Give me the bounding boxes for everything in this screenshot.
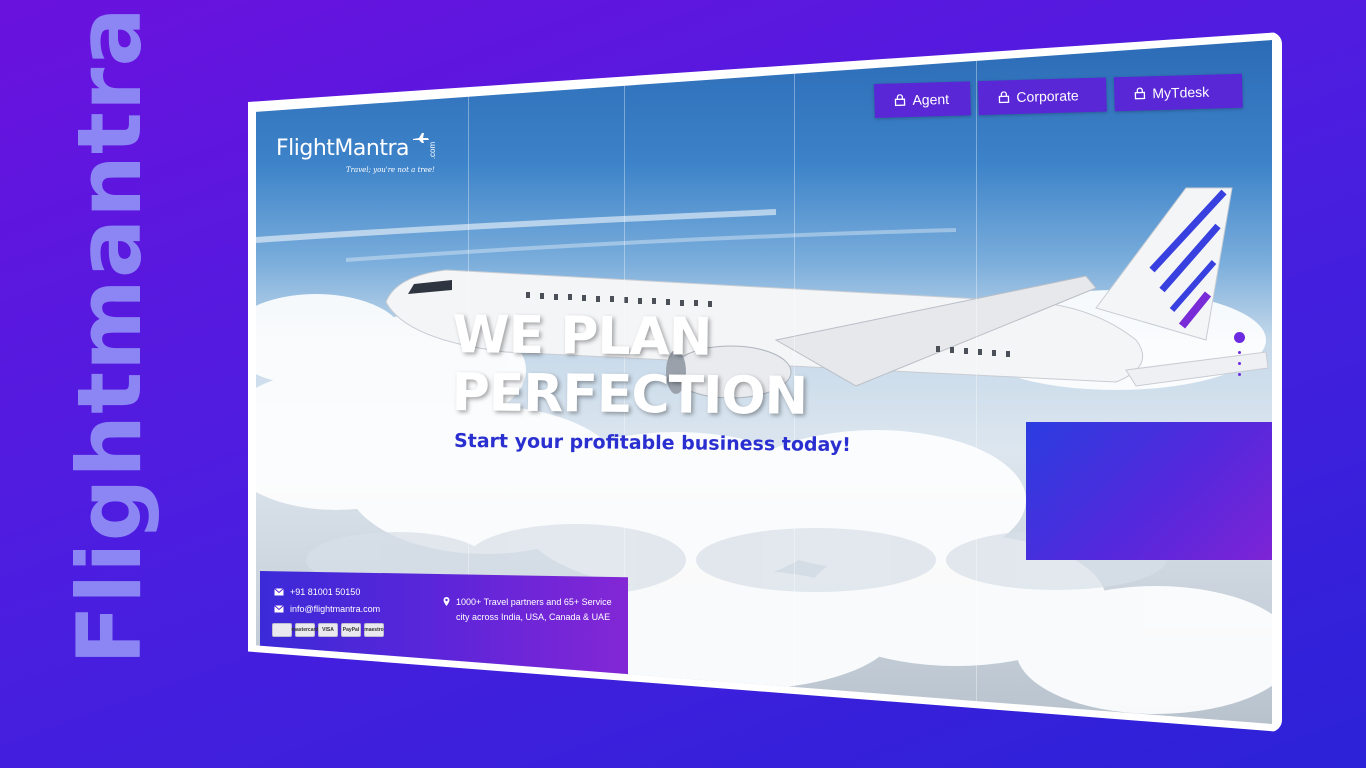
lock-icon	[998, 91, 1010, 104]
logo-domain: .com	[428, 141, 438, 160]
slider-indicator[interactable]	[1234, 332, 1245, 376]
mytdesk-login-button[interactable]: MyTdesk	[1113, 73, 1243, 112]
slider-dot[interactable]	[1238, 362, 1241, 365]
website-screenshot: FlightMantra .com Travel; you're not a t…	[256, 40, 1272, 724]
grid-line	[976, 40, 977, 724]
payment-card-icon: mastercard	[292, 623, 318, 637]
vertical-brand-title: Flightmantra	[58, 6, 161, 665]
hero-title-line2: PERFECTION	[451, 363, 808, 427]
payment-card-icon: PayPal	[341, 623, 361, 637]
logo-tagline: Travel; you're not a tree!	[346, 166, 435, 174]
flightmantra-logo[interactable]: FlightMantra .com Travel; you're not a t…	[276, 133, 437, 174]
payment-cards: mastercard VISA PayPal maestro	[272, 623, 384, 637]
slider-dot[interactable]	[1238, 373, 1241, 376]
corporate-login-button[interactable]: Corporate	[977, 77, 1107, 116]
lock-icon	[1134, 87, 1146, 100]
mail-icon	[274, 605, 284, 613]
corporate-label: Corporate	[1016, 87, 1079, 106]
hero-subtitle: Start your profitable business today!	[453, 429, 851, 457]
payment-card-icon: maestro	[364, 623, 384, 637]
slider-dot[interactable]	[1238, 351, 1241, 354]
agent-label: Agent	[912, 90, 950, 108]
airplane-icon	[413, 133, 429, 143]
promo-panel	[1026, 422, 1272, 560]
logo-wordmark: FlightMantra	[276, 136, 409, 161]
hero-title: WE PLAN PERFECTION	[451, 305, 808, 427]
lock-icon	[894, 94, 906, 107]
payment-card-icon: VISA	[318, 623, 338, 637]
mail-icon	[274, 588, 284, 596]
hero-title-line1: WE PLAN	[451, 305, 712, 368]
phone-number[interactable]: +91 81001 50150	[290, 587, 360, 597]
location-pin-icon	[443, 597, 450, 606]
slider-dot-active[interactable]	[1234, 332, 1245, 343]
agent-login-button[interactable]: Agent	[874, 81, 971, 118]
mytdesk-label: MyTdesk	[1152, 83, 1210, 102]
email-address[interactable]: info@flightmantra.com	[290, 604, 380, 614]
partner-stats-text: 1000+ Travel partners and 65+ Service ci…	[456, 597, 612, 622]
payment-card-icon	[272, 623, 292, 637]
contact-footer-bar: +91 81001 50150 info@flightmantra.com ma…	[260, 571, 628, 675]
